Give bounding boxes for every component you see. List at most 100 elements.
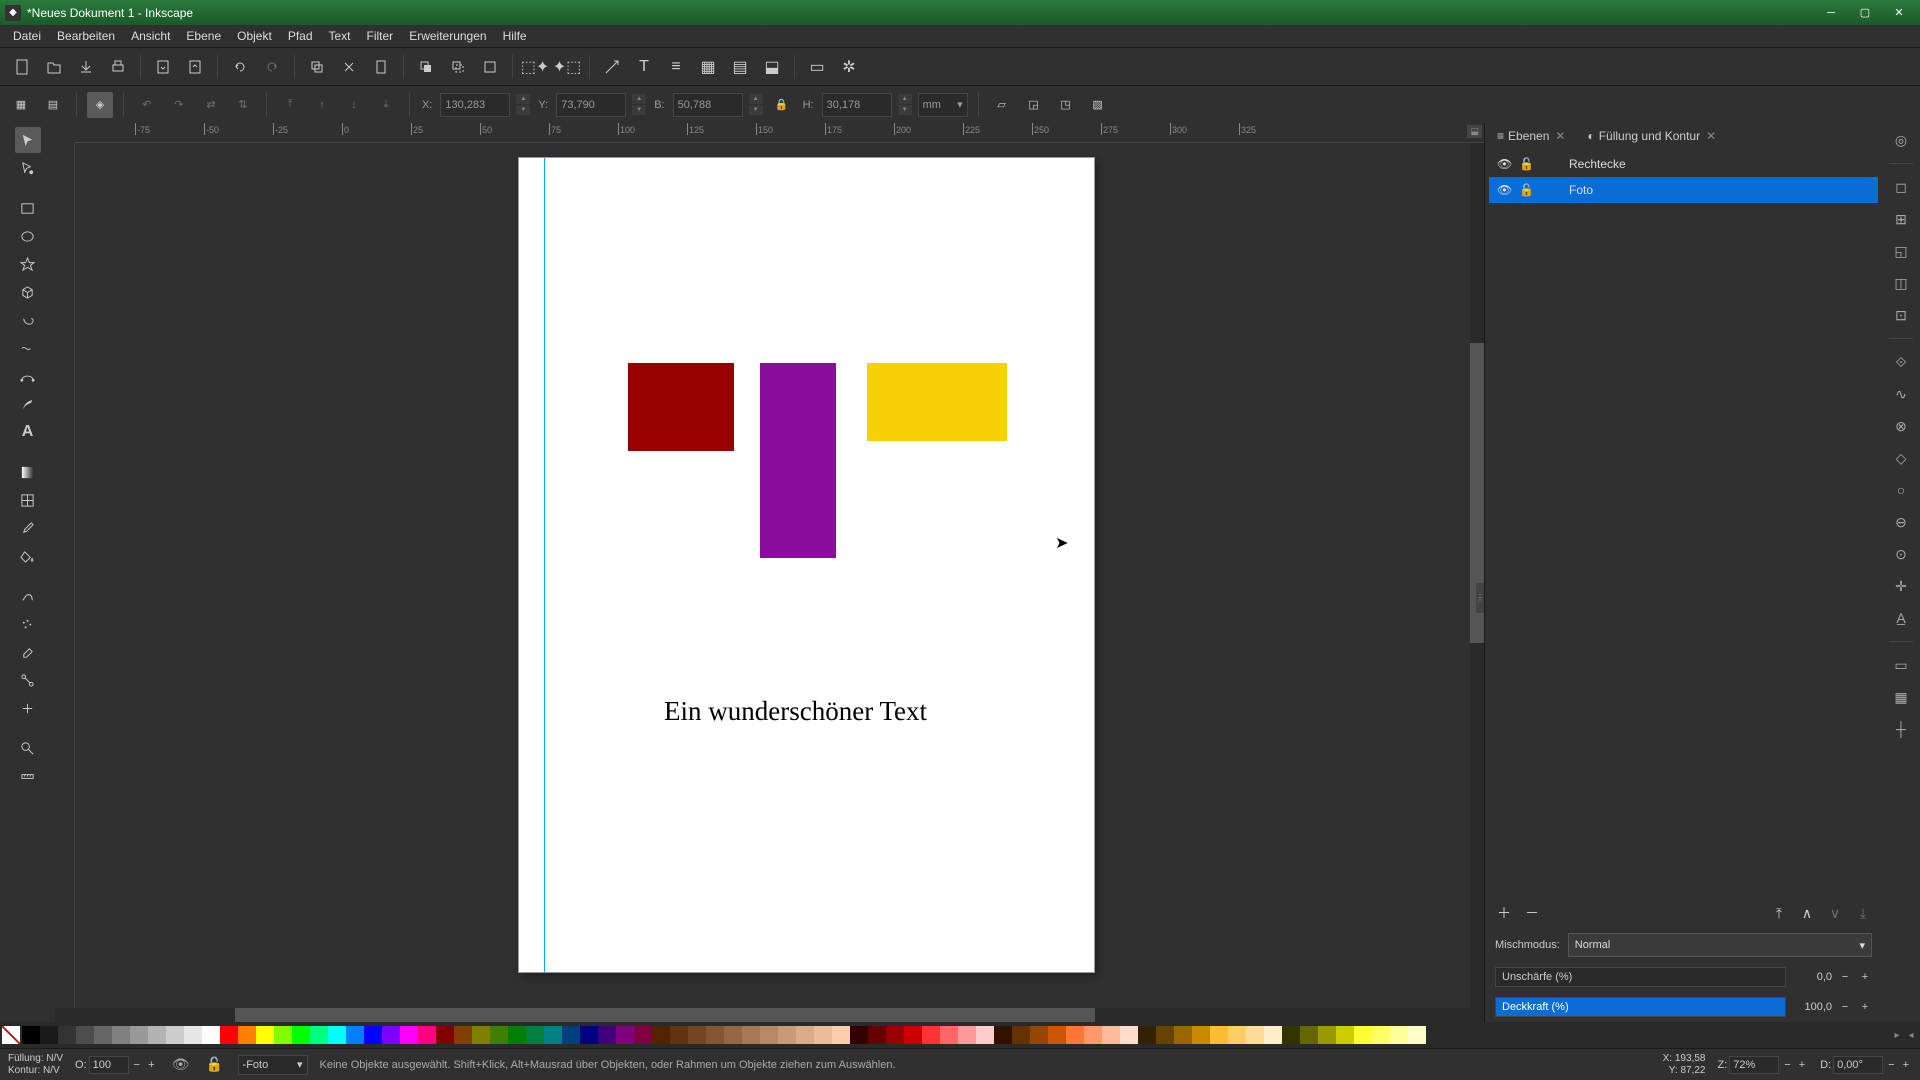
color-swatch[interactable] [994,1026,1012,1044]
blur-inc-icon[interactable]: + [1858,970,1872,984]
visibility-status-icon[interactable]: 👁 [170,1054,192,1076]
color-swatch[interactable] [886,1026,904,1044]
y-dec-icon[interactable]: ▼ [632,105,646,115]
color-swatch[interactable] [22,1026,40,1044]
export-icon[interactable] [181,53,209,81]
color-swatch[interactable] [1192,1026,1210,1044]
color-swatch[interactable] [1156,1026,1174,1044]
raise-top-icon[interactable]: ⤒ [277,92,303,118]
add-layer-icon[interactable]: ＋ [1493,902,1515,924]
doc-props-icon[interactable]: ▭ [803,53,831,81]
color-swatch[interactable] [1372,1026,1390,1044]
palette-scroll-icon[interactable]: ▸ [1890,1030,1904,1041]
opacity-inc-statusbar-icon[interactable]: + [145,1059,157,1071]
color-swatch[interactable] [868,1026,886,1044]
color-swatch[interactable] [976,1026,994,1044]
opacity-slider[interactable]: Deckkraft (%) [1495,997,1786,1017]
blur-dec-icon[interactable]: − [1838,970,1852,984]
zoom-input[interactable]: 72% [1729,1056,1779,1074]
selectors-icon[interactable]: ▤ [726,53,754,81]
color-swatch[interactable] [1408,1026,1426,1044]
color-swatch[interactable] [328,1026,346,1044]
color-swatch[interactable] [220,1026,238,1044]
horizontal-scrollbar[interactable] [55,1008,1470,1022]
visibility-icon[interactable]: 👁 [1497,183,1511,197]
color-swatch[interactable] [688,1026,706,1044]
color-swatch[interactable] [526,1026,544,1044]
clone-icon[interactable] [444,53,472,81]
fill-stroke-tab-close-icon[interactable]: ✕ [1706,129,1716,143]
color-swatch[interactable] [850,1026,868,1044]
purple-rectangle[interactable] [760,363,836,558]
color-swatch[interactable] [760,1026,778,1044]
group-icon[interactable]: ⬚✦ [521,53,549,81]
color-swatch[interactable] [76,1026,94,1044]
spiral-tool-icon[interactable] [15,307,41,333]
color-swatch[interactable] [472,1026,490,1044]
menu-filter[interactable]: Filter [359,27,402,45]
opacity-inc-icon[interactable]: + [1858,1000,1872,1014]
rect-tool-icon[interactable] [15,195,41,221]
duplicate-icon[interactable] [412,53,440,81]
color-swatch[interactable] [922,1026,940,1044]
calligraphy-tool-icon[interactable] [15,391,41,417]
color-swatch[interactable] [40,1026,58,1044]
snap-guide-icon[interactable]: ┼ [1890,718,1912,740]
open-icon[interactable] [40,53,68,81]
blur-slider[interactable]: Unschärfe (%) [1495,967,1786,987]
menu-datei[interactable]: Datei [5,27,49,45]
x-inc-icon[interactable]: ▲ [516,94,530,104]
layers-tab[interactable]: ≡ Ebenen ✕ [1491,127,1571,145]
snap-object-center-icon[interactable]: ⊙ [1890,543,1912,565]
color-swatch[interactable] [166,1026,184,1044]
ellipse-tool-icon[interactable] [15,223,41,249]
color-swatch[interactable] [1066,1026,1084,1044]
color-swatch[interactable] [580,1026,598,1044]
guide-vertical[interactable] [544,158,545,972]
color-swatch[interactable] [490,1026,508,1044]
mesh-tool-icon[interactable] [15,487,41,513]
snap-edges-icon[interactable]: ⊞ [1890,208,1912,230]
rotation-input[interactable]: 0,00° [1833,1056,1883,1074]
red-rectangle[interactable] [628,363,734,451]
color-swatch[interactable] [400,1026,418,1044]
box3d-tool-icon[interactable] [15,279,41,305]
layer-select[interactable]: -Foto▾ [238,1055,308,1075]
color-swatch[interactable] [1264,1026,1282,1044]
close-button[interactable]: ✕ [1883,3,1915,23]
snap-centers-icon[interactable]: ⊡ [1890,304,1912,326]
color-swatch[interactable] [292,1026,310,1044]
select-all-layers-icon[interactable]: ▦ [8,92,34,118]
print-icon[interactable] [104,53,132,81]
x-dec-icon[interactable]: ▼ [516,105,530,115]
opacity-dec-statusbar-icon[interactable]: − [131,1059,143,1071]
menu-hilfe[interactable]: Hilfe [495,27,535,45]
snap-page-border-icon[interactable]: ▭ [1890,654,1912,676]
color-swatch[interactable] [670,1026,688,1044]
color-swatch[interactable] [634,1026,652,1044]
undo-icon[interactable] [226,53,254,81]
color-swatch[interactable] [94,1026,112,1044]
color-swatch[interactable] [1210,1026,1228,1044]
color-swatch[interactable] [904,1026,922,1044]
fill-stroke-tab[interactable]: ◐ Füllung und Kontur ✕ [1581,127,1722,145]
object-props-icon[interactable]: ▦ [694,53,722,81]
color-swatch[interactable] [436,1026,454,1044]
color-swatch[interactable] [778,1026,796,1044]
page[interactable]: Ein wunderschöner Text [519,158,1094,972]
color-swatch[interactable] [112,1026,130,1044]
star-tool-icon[interactable] [15,251,41,277]
color-swatch[interactable] [724,1026,742,1044]
color-swatch[interactable] [814,1026,832,1044]
color-swatch[interactable] [598,1026,616,1044]
flip-v-icon[interactable]: ⇅ [230,92,256,118]
canvas-viewport[interactable]: Ein wunderschöner Text ➤ ⋮ [75,143,1484,1022]
color-swatch[interactable] [1336,1026,1354,1044]
snap-grid-icon[interactable]: ▦ [1890,686,1912,708]
paintbucket-tool-icon[interactable] [15,543,41,569]
scale-corners-icon[interactable]: ◲ [1021,92,1047,118]
color-swatch[interactable] [652,1026,670,1044]
y-inc-icon[interactable]: ▲ [632,94,646,104]
color-swatch[interactable] [1012,1026,1030,1044]
copy-icon[interactable] [303,53,331,81]
